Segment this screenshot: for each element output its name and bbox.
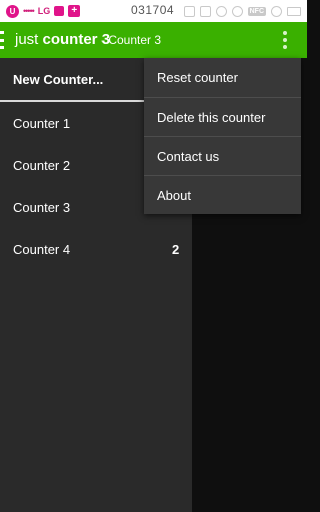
counter-value: 2	[172, 242, 180, 257]
menu-item-contact-us[interactable]: Contact us	[144, 137, 301, 176]
dropbox-icon	[199, 5, 211, 17]
new-counter-label: New Counter...	[13, 72, 104, 87]
app-title: just counter 3	[15, 31, 110, 48]
signal-icon	[271, 5, 282, 17]
signal-dots: •••••	[23, 6, 35, 16]
menu-item-about[interactable]: About	[144, 176, 301, 215]
carrier-label: LG	[37, 6, 51, 16]
current-counter-subtitle: - Counter 3	[101, 33, 162, 47]
overflow-menu-icon[interactable]	[283, 31, 287, 49]
action-bar: just counter 3 - Counter 3	[0, 22, 307, 58]
wifi-icon	[231, 5, 243, 17]
counter-label: Counter 2	[13, 158, 71, 173]
image-icon	[183, 5, 195, 17]
status-left: U ••••• LG +	[6, 3, 81, 19]
battery-icon	[287, 6, 301, 16]
app-title-bold: counter 3	[42, 31, 111, 48]
drawer-toggle-icon[interactable]	[0, 31, 4, 49]
counter-label: Counter 4	[13, 242, 71, 257]
overflow-popup-menu: Reset counter Delete this counter Contac…	[144, 58, 301, 214]
counter-label: Counter 1	[13, 116, 71, 131]
status-right: NFC	[183, 4, 301, 18]
menu-item-label: Reset counter	[157, 70, 238, 85]
menu-item-delete-counter[interactable]: Delete this counter	[144, 98, 301, 137]
counter-label: Counter 3	[13, 200, 71, 215]
menu-item-label: Contact us	[157, 149, 220, 164]
menu-item-label: About	[157, 188, 191, 203]
status-bar: U ••••• LG + 031704 NFC	[0, 0, 307, 22]
status-time: 031704	[131, 3, 175, 17]
app-title-light: just	[15, 31, 39, 48]
carrier-badge-icon: U	[6, 4, 19, 18]
menu-item-label: Delete this counter	[157, 110, 266, 125]
add-notification-icon: +	[68, 5, 81, 17]
drawer-item-counter-4[interactable]: Counter 4 2	[0, 228, 192, 270]
headset-icon	[215, 5, 227, 17]
menu-item-reset-counter[interactable]: Reset counter	[144, 58, 301, 97]
notification-icon	[54, 6, 65, 16]
nfc-icon: NFC	[247, 6, 266, 16]
